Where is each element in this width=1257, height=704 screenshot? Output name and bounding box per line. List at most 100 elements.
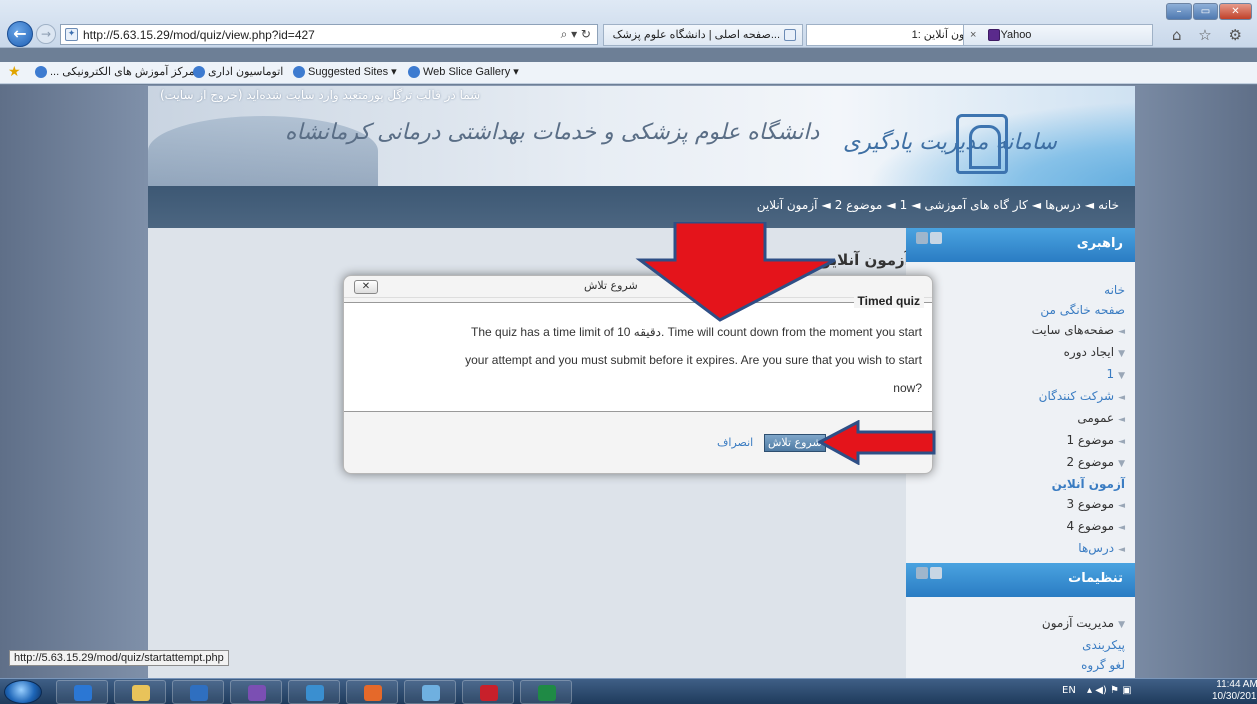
windows-taskbar: EN ▴ ◀) ⚑ ▣ 11:44 AM 10/30/2016 [0,678,1257,704]
expanded-arrow-icon[interactable]: ▼ [1118,349,1125,359]
sidebar-item[interactable]: ◄شرکت کنندگان [1032,386,1125,408]
university-name-logo: دانشگاه علوم پزشکی و خدمات بهداشتی درمان… [285,120,820,145]
taskbar-item[interactable] [230,680,282,704]
sidebar-item[interactable]: ◄درس‌ها [1032,538,1125,560]
sidebar-item[interactable]: آزمون آنلاین [1032,474,1125,494]
system-tray[interactable]: EN ▴ ◀) ⚑ ▣ [1062,685,1132,696]
sidebar-item[interactable]: پیکربندی [1042,635,1125,655]
tab-yahoo[interactable]: × Yahoo [963,24,1153,46]
taskbar-item[interactable] [56,680,108,704]
maximize-button[interactable]: ▭ [1193,3,1218,20]
sidebar-item[interactable]: خانه [1032,280,1125,300]
sidebar-item[interactable]: ▼ایجاد دوره [1032,342,1125,364]
sidebar-item-label: عمومی [1077,411,1115,425]
tab-close-icon[interactable]: × [970,25,976,45]
breadcrumb-separator-icon: ◄ [886,198,896,212]
expanded-arrow-icon[interactable]: ▼ [1118,620,1125,630]
expanded-arrow-icon[interactable]: ▼ [1118,459,1125,469]
breadcrumb-item[interactable]: موضوع 2 [835,198,883,212]
tab-university-home[interactable]: ...صفحه اصلی | دانشگاه علوم پزشک [603,24,803,46]
taskbar-item[interactable] [404,680,456,704]
breadcrumb-separator-icon: ◄ [1031,198,1042,212]
sidebar-item[interactable]: ◄عمومی [1032,408,1125,430]
breadcrumb-separator-icon: ◄ [1084,198,1095,212]
favorite-elearning-center[interactable]: ... مرکز آموزش های الکترونیکی [32,65,195,79]
sidebar-item[interactable]: ▼مدیریت آزمون [1042,613,1125,635]
clock[interactable]: 11:44 AM 10/30/2016 [1212,679,1257,703]
breadcrumb-item[interactable]: درس‌ها [1045,198,1081,212]
annotation-down-arrow [635,222,836,322]
address-bar[interactable]: ✦ http://5.63.15.29/mod/quiz/view.php?id… [60,24,598,45]
login-info[interactable]: شما در قالب ترگل پورمتعبد وارد سایت شده‌… [160,88,480,102]
sidebar-item-label: موضوع 4 [1066,519,1115,533]
sidebar-item-label: آزمون آنلاین [1051,477,1125,491]
dialog-close-button[interactable]: ✕ [354,280,378,294]
favorite-suggested-sites[interactable]: Suggested Sites ▾ [290,65,397,79]
address-url[interactable]: http://5.63.15.29/mod/quiz/view.php?id=4… [83,28,315,42]
block-dock-icon[interactable] [916,567,928,579]
firefox-icon [364,685,382,701]
tab-label: Yahoo [1000,29,1032,41]
favorites-star-icon[interactable]: ★ [8,63,21,80]
home-favorites-settings-icons[interactable]: ⌂ ☆ ⚙ [1172,26,1248,44]
window-controls: – ▭ ✕ [1166,3,1252,21]
collapsed-arrow-icon[interactable]: ◄ [1118,415,1125,425]
sidebar-item-label: شرکت کنندگان [1038,389,1115,403]
favorite-web-slice-gallery[interactable]: Web Slice Gallery ▾ [405,65,519,79]
dialog-message-line: ?now [893,381,922,395]
collapsed-arrow-icon[interactable]: ◄ [1118,523,1125,533]
sidebar-item[interactable]: ▼1 [1032,364,1125,386]
sidebar-item-label: صفحه خانگی من [1040,303,1125,317]
ie-page-icon [293,66,305,79]
sidebar-item[interactable]: صفحه خانگی من [1032,300,1125,320]
system-name-logo: سامانه مدیریت یادگیری [843,130,1057,155]
start-button[interactable] [4,680,42,704]
taskbar-item[interactable] [520,680,572,704]
expanded-arrow-icon[interactable]: ▼ [1118,371,1125,381]
breadcrumb-item[interactable]: خانه [1098,198,1119,212]
collapsed-arrow-icon[interactable]: ◄ [1118,437,1125,447]
navigation-block-header: راهبری [906,228,1135,262]
breadcrumb-item[interactable]: آزمون آنلاین [757,198,818,212]
taskbar-item[interactable] [462,680,514,704]
language-indicator[interactable]: EN [1062,685,1076,696]
excel-icon [538,685,556,701]
start-attempt-button[interactable]: شروع تلاش [764,434,826,452]
favorite-office-automation[interactable]: اتوماسیون اداری [190,65,283,79]
favorites-bar: ★ ... مرکز آموزش های الکترونیکی اتوماسیو… [0,62,1257,84]
minimize-button[interactable]: – [1166,3,1192,20]
breadcrumb-item[interactable]: کار گاه های آموزشی [924,198,1027,212]
taskbar-item[interactable] [288,680,340,704]
close-window-button[interactable]: ✕ [1219,3,1252,20]
collapsed-arrow-icon[interactable]: ◄ [1118,545,1125,555]
sidebar-item-label: موضوع 2 [1066,455,1115,469]
address-tools-icons[interactable]: ⌕ ▾ ↻ [561,27,591,42]
fieldset-legend: Timed quiz [853,294,924,308]
breadcrumb: خانه◄درس‌ها◄کار گاه های آموزشی◄1◄موضوع 2… [755,198,1121,212]
sidebar-item[interactable]: لغو گروه [1042,655,1125,675]
back-button[interactable]: ← [7,21,33,47]
block-dock-icon[interactable] [916,232,928,244]
sidebar-item[interactable]: ◄صفحه‌های سایت [1032,320,1125,342]
collapsed-arrow-icon[interactable]: ◄ [1118,393,1125,403]
collapsed-arrow-icon[interactable]: ◄ [1118,501,1125,511]
sidebar-item[interactable]: ◄موضوع 3 [1032,494,1125,516]
taskbar-item[interactable] [172,680,224,704]
sidebar-item[interactable]: ▼موضوع 2 [1032,452,1125,474]
collapsed-arrow-icon[interactable]: ◄ [1118,327,1125,337]
taskbar-item[interactable] [346,680,398,704]
yahoo-favicon-icon [988,29,1001,42]
settings-block-header: تنظیمات [906,563,1135,597]
taskbar-item[interactable] [114,680,166,704]
block-collapse-icon[interactable] [930,567,942,579]
sidebar-item[interactable]: ◄موضوع 4 [1032,516,1125,538]
cancel-link[interactable]: انصراف [717,436,753,449]
ie-page-icon [193,66,205,79]
forward-button[interactable]: → [36,24,56,44]
breadcrumb-item[interactable]: 1 [900,198,908,212]
sidebar-item-label: مدیریت آزمون [1041,616,1115,630]
block-collapse-icon[interactable] [930,232,942,244]
tray-icons[interactable]: ▴ ◀) ⚑ ▣ [1087,685,1132,696]
sidebar-item[interactable]: ◄موضوع 1 [1032,430,1125,452]
sidebar-item-label: درس‌ها [1078,541,1115,555]
